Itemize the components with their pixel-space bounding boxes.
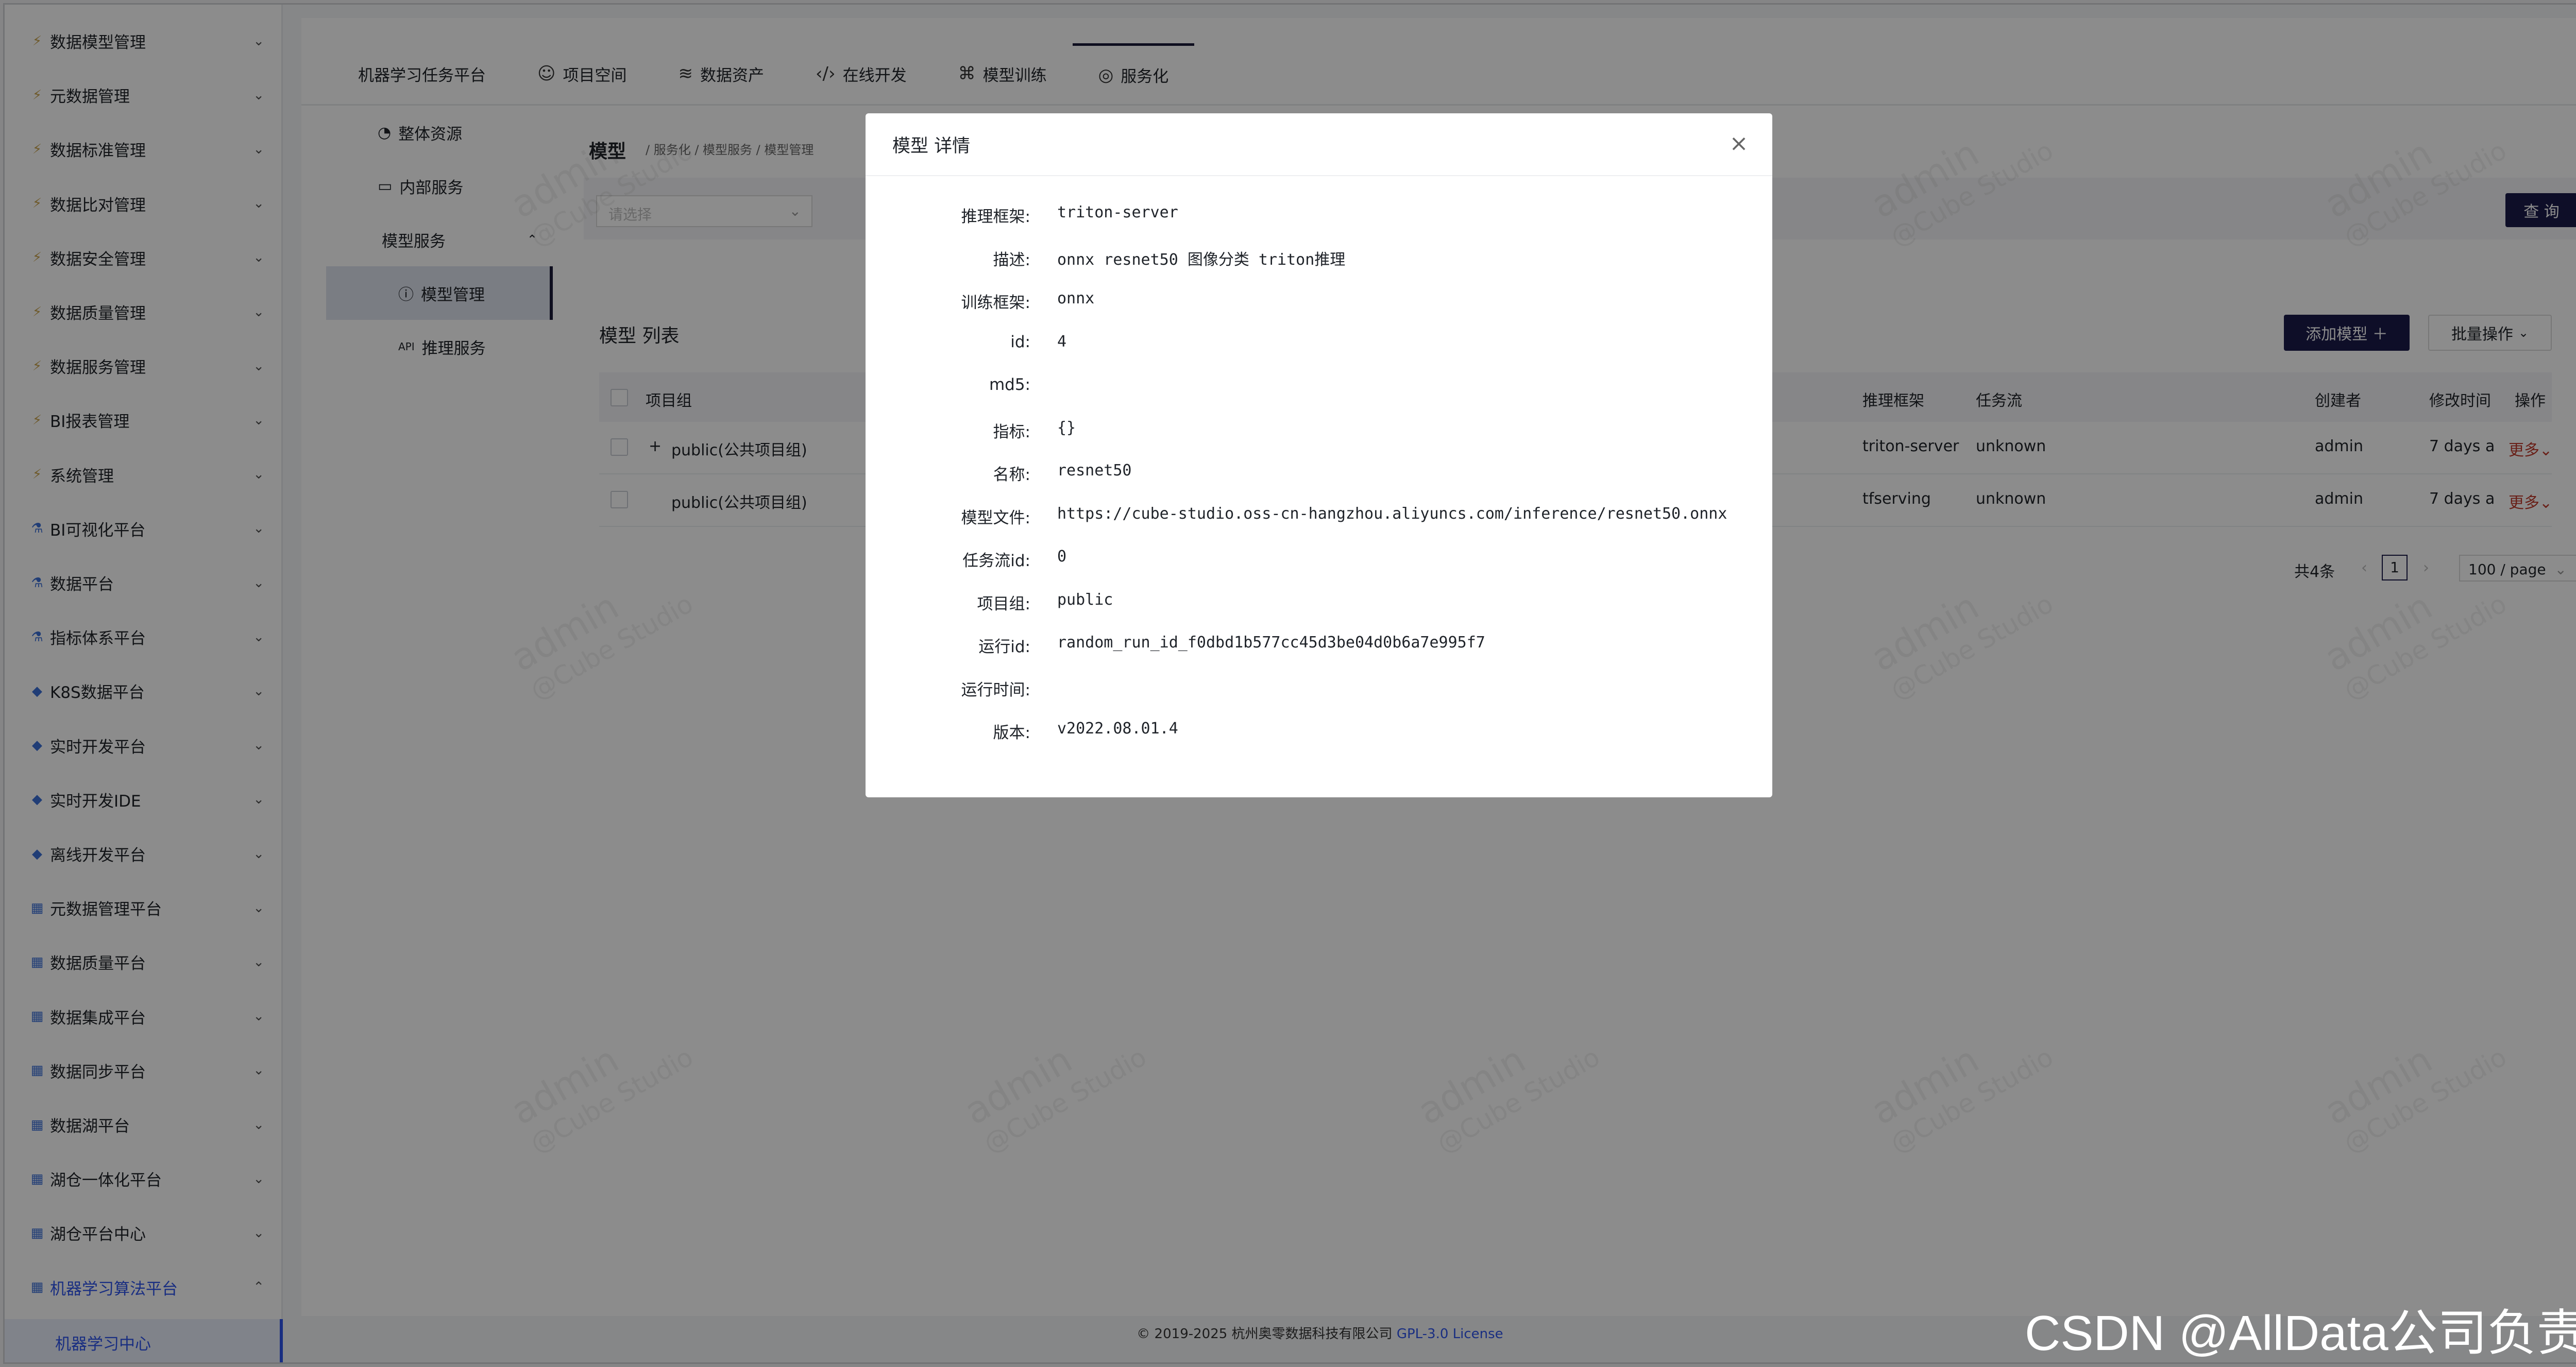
detail-label: 项目组: (977, 594, 1030, 613)
detail-value: random_run_id_f0dbd1b577cc45d3be04d0b6a7… (1057, 634, 1485, 652)
detail-value: https://cube-studio.oss-cn-hangzhou.aliy… (1057, 504, 1727, 523)
detail-row: 名称: resnet50 (866, 456, 1772, 487)
model-detail-modal: 模型 详情 × 推理框架: triton-server 描述: onnx resnet… (866, 113, 1772, 797)
detail-row: 任务流id: 0 (866, 542, 1772, 573)
detail-row: 项目组: public (866, 586, 1772, 617)
detail-value: {} (1057, 418, 1076, 437)
detail-value: 0 (1057, 548, 1067, 566)
detail-value: resnet50 (1057, 462, 1132, 480)
detail-value: public (1057, 590, 1113, 609)
detail-row: 描述: onnx resnet50 图像分类 triton推理 (866, 242, 1772, 272)
detail-row: 运行时间: (866, 672, 1772, 703)
detail-row: 指标: {} (866, 414, 1772, 445)
detail-row: 运行id: random_run_id_f0dbd1b577cc45d3be04d… (866, 628, 1772, 659)
detail-label: 推理框架: (961, 208, 1030, 226)
detail-label: md5: (989, 375, 1030, 394)
csdn-watermark-text: CSDN @AllData公司负责人 (2025, 1306, 2576, 1361)
modal-title: 模型 详情 (866, 113, 1772, 176)
detail-row: id: 4 (866, 328, 1772, 358)
detail-label: 名称: (993, 466, 1030, 484)
detail-row: md5: (866, 370, 1772, 401)
detail-row: 模型文件: https://cube-studio.oss-cn-hangzhou… (866, 500, 1772, 531)
detail-value: onnx (1057, 289, 1095, 307)
detail-label: id: (1010, 332, 1030, 351)
detail-value: v2022.08.01.4 (1057, 720, 1178, 738)
detail-label: 运行时间: (961, 680, 1030, 699)
detail-value: 4 (1057, 332, 1067, 351)
detail-label: 版本: (993, 724, 1030, 742)
detail-label: 模型文件: (961, 508, 1030, 527)
detail-value: triton-server (1057, 203, 1178, 221)
detail-row: 训练框架: onnx (866, 284, 1772, 315)
detail-value: onnx resnet50 图像分类 triton推理 (1057, 250, 1346, 269)
modal-overlay[interactable]: 模型 详情 × 推理框架: triton-server 描述: onnx resnet… (0, 0, 2576, 1367)
detail-row: 推理框架: triton-server (866, 198, 1772, 229)
close-icon[interactable]: × (1726, 131, 1752, 157)
detail-label: 任务流id: (962, 552, 1030, 570)
detail-row: 版本: v2022.08.01.4 (866, 714, 1772, 745)
detail-label: 描述: (993, 250, 1030, 269)
detail-label: 运行id: (978, 638, 1030, 656)
detail-label: 指标: (993, 422, 1030, 441)
detail-label: 训练框架: (961, 294, 1030, 312)
